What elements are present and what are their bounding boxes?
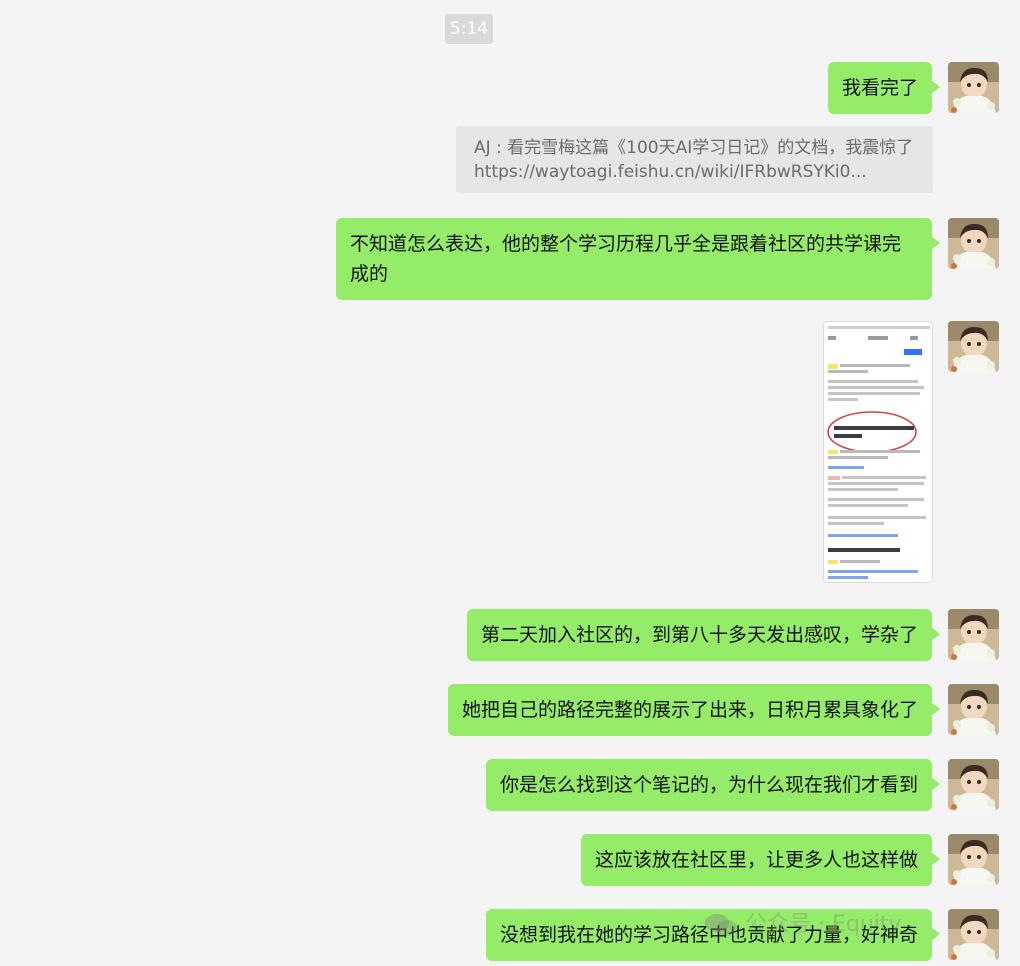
message-bubble[interactable]: 我看完了 (827, 62, 941, 114)
message-bubble[interactable]: 她把自己的路径完整的展示了出来，日积月累具象化了 (447, 684, 941, 736)
quoted-message[interactable]: AJ : 看完雪梅这篇《100天AI学习日记》的文档，我震惊了https://w… (456, 126, 933, 193)
user-avatar[interactable] (948, 909, 999, 960)
user-avatar[interactable] (948, 684, 999, 735)
screenshot-thumbnail-image (824, 322, 932, 582)
user-avatar[interactable] (948, 218, 999, 269)
user-avatar[interactable] (948, 62, 999, 113)
message-bubble[interactable]: 你是怎么找到这个笔记的，为什么现在我们才看到 (485, 759, 941, 811)
user-avatar[interactable] (948, 834, 999, 885)
message-bubble[interactable]: 不知道怎么表达，他的整个学习历程几乎全是跟着社区的共学课完成的 (336, 218, 940, 300)
message-bubble[interactable]: 没想到我在她的学习路径中也贡献了力量，好神奇 (485, 909, 941, 961)
message-bubble[interactable]: 第二天加入社区的，到第八十多天发出感叹，学杂了 (466, 609, 941, 661)
user-avatar[interactable] (948, 759, 999, 810)
user-avatar[interactable] (948, 609, 999, 660)
message-bubble[interactable]: 这应该放在社区里，让更多人也这样做 (580, 834, 941, 886)
timestamp: 5:14 (445, 14, 493, 44)
user-avatar[interactable] (948, 321, 999, 372)
image-message[interactable] (823, 321, 933, 583)
